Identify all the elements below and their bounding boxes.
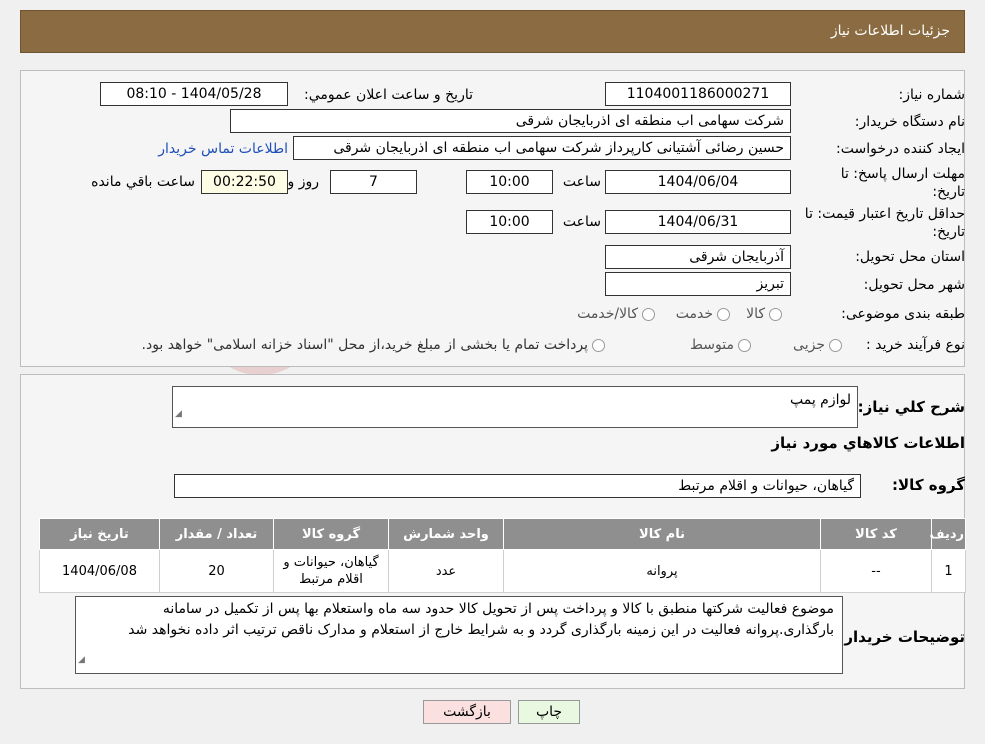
col-header-need-date: تاريخ نياز bbox=[39, 518, 160, 550]
process-option-label: متوسط bbox=[690, 337, 734, 353]
buyer-notes-textarea[interactable]: موضوع فعالیت شرکتها منطبق با کالا و پردا… bbox=[75, 596, 843, 674]
page-header: جزئیات اطلاعات نیاز bbox=[20, 10, 965, 53]
deadline-label-line2: تاريخ: bbox=[932, 184, 965, 200]
category-option-label: کالا/خدمت bbox=[577, 306, 638, 322]
deadline-label-line1: مهلت ارسال پاسخ: تا bbox=[840, 166, 965, 182]
category-option-label: خدمت bbox=[675, 306, 713, 322]
radio-circle-icon[interactable] bbox=[769, 307, 782, 321]
process-option-medium[interactable]: متوسط bbox=[690, 337, 751, 353]
radio-circle-icon[interactable] bbox=[592, 338, 605, 352]
cell-quantity: 20 bbox=[159, 549, 274, 593]
radio-circle-icon[interactable] bbox=[717, 307, 730, 321]
cell-code: -- bbox=[820, 549, 932, 593]
process-label: نوع فرآيند خريد : bbox=[866, 337, 965, 353]
goods-info-title: اطلاعات كالاهاي مورد نياز bbox=[771, 434, 965, 452]
cell-row-number: 1 bbox=[931, 549, 966, 593]
remaining-time-field: 00:22:50 bbox=[201, 170, 288, 194]
cell-name: پروانه bbox=[503, 549, 821, 593]
process-option-label: جزیی bbox=[793, 337, 825, 353]
category-label: طبقه بندی موضوعی: bbox=[841, 306, 965, 322]
col-header-group: گروه كالا bbox=[273, 518, 389, 550]
buyer-org-field[interactable]: شرکت سهامی اب منطقه ای اذربایجان شرقی bbox=[230, 109, 791, 133]
validity-label-line1: حداقل تاريخ اعتبار قيمت: تا bbox=[804, 206, 965, 222]
cell-group: گیاهان، حیوانات و اقلام مرتبط bbox=[273, 549, 389, 593]
province-field[interactable]: آذربایجان شرقی bbox=[605, 245, 791, 269]
summary-textarea[interactable]: لوازم پمپ ◢ bbox=[172, 386, 858, 428]
validity-date-field[interactable]: 1404/06/31 bbox=[605, 210, 791, 234]
province-label: استان محل تحويل: bbox=[855, 249, 965, 265]
category-option-service[interactable]: خدمت bbox=[676, 306, 730, 322]
radio-circle-icon[interactable] bbox=[829, 338, 842, 352]
goods-group-label: گروه کالا: bbox=[892, 476, 965, 494]
table-header-row: رديف كد كالا نام كالا واحد شمارش گروه كا… bbox=[39, 518, 966, 550]
buyer-notes-label: توضيحات خريدار: bbox=[838, 628, 965, 646]
cell-need-date: 1404/06/08 bbox=[39, 549, 160, 593]
col-header-code: كد كالا bbox=[820, 518, 932, 550]
announce-datetime-field[interactable]: 1404/05/28 - 08:10 bbox=[100, 82, 288, 106]
page-title: جزئیات اطلاعات نیاز bbox=[830, 23, 950, 39]
col-header-unit: واحد شمارش bbox=[388, 518, 504, 550]
process-note: پرداخت تمام یا بخشی از مبلغ خرید،از محل … bbox=[141, 337, 588, 353]
items-table: رديف كد كالا نام كالا واحد شمارش گروه كا… bbox=[39, 518, 966, 593]
col-header-name: نام كالا bbox=[503, 518, 821, 550]
cell-unit: عدد bbox=[388, 549, 504, 593]
buyer-org-label: نام دستگاه خريدار: bbox=[854, 114, 965, 130]
validity-time-label: ساعت bbox=[562, 214, 601, 230]
deadline-date-field[interactable]: 1404/06/04 bbox=[605, 170, 791, 194]
validity-label-line2: تاريخ: bbox=[932, 224, 965, 240]
summary-value: لوازم پمپ bbox=[789, 392, 851, 408]
back-button[interactable]: بازگشت bbox=[423, 700, 511, 724]
announce-datetime-label: تاریخ و ساعت اعلان عمومي: bbox=[304, 87, 473, 103]
radio-circle-icon[interactable] bbox=[738, 338, 751, 352]
col-header-quantity: تعداد / مقدار bbox=[159, 518, 274, 550]
category-option-label: کالا bbox=[746, 306, 765, 322]
buyer-notes-text: موضوع فعالیت شرکتها منطبق با کالا و پردا… bbox=[128, 601, 834, 638]
need-number-field[interactable]: 1104001186000271 bbox=[605, 82, 791, 106]
validity-time-field[interactable]: 10:00 bbox=[466, 210, 553, 234]
city-label: شهر محل تحويل: bbox=[863, 277, 965, 293]
radio-circle-icon[interactable] bbox=[642, 307, 655, 321]
city-field[interactable]: تبریز bbox=[605, 272, 791, 296]
process-option-minor[interactable]: جزیی bbox=[793, 337, 842, 353]
items-table-wrap: رديف كد كالا نام كالا واحد شمارش گروه كا… bbox=[39, 518, 966, 593]
process-note-option[interactable]: پرداخت تمام یا بخشی از مبلغ خرید،از محل … bbox=[142, 337, 605, 353]
deadline-time-label: ساعت bbox=[562, 174, 601, 190]
need-number-label: شماره نیاز: bbox=[898, 87, 966, 103]
resize-grip-icon[interactable]: ◢ bbox=[175, 403, 182, 425]
remaining-days-field: 7 bbox=[330, 170, 417, 194]
summary-label: شرح كلي نياز: bbox=[857, 398, 965, 416]
category-option-goods[interactable]: کالا bbox=[746, 306, 782, 322]
creator-field[interactable]: حسین رضائی آشتیانی کارپرداز شرکت سهامی ا… bbox=[293, 136, 791, 160]
deadline-time-field[interactable]: 10:00 bbox=[466, 170, 553, 194]
category-option-goods-service[interactable]: کالا/خدمت bbox=[577, 306, 655, 322]
remaining-time-label: ساعت باقي مانده bbox=[91, 174, 195, 190]
creator-label: ايجاد كننده درخواست: bbox=[836, 141, 965, 157]
goods-group-field[interactable]: گیاهان، حیوانات و اقلام مرتبط bbox=[174, 474, 861, 498]
print-button[interactable]: چاپ bbox=[518, 700, 580, 724]
resize-grip-icon[interactable]: ◢ bbox=[78, 650, 85, 671]
buyer-contact-link[interactable]: اطلاعات تماس خریدار bbox=[158, 141, 288, 157]
col-header-row-number: رديف bbox=[929, 518, 966, 550]
days-label: روز و bbox=[287, 174, 320, 190]
table-row: 1 -- پروانه عدد گیاهان، حیوانات و اقلام … bbox=[39, 549, 966, 593]
